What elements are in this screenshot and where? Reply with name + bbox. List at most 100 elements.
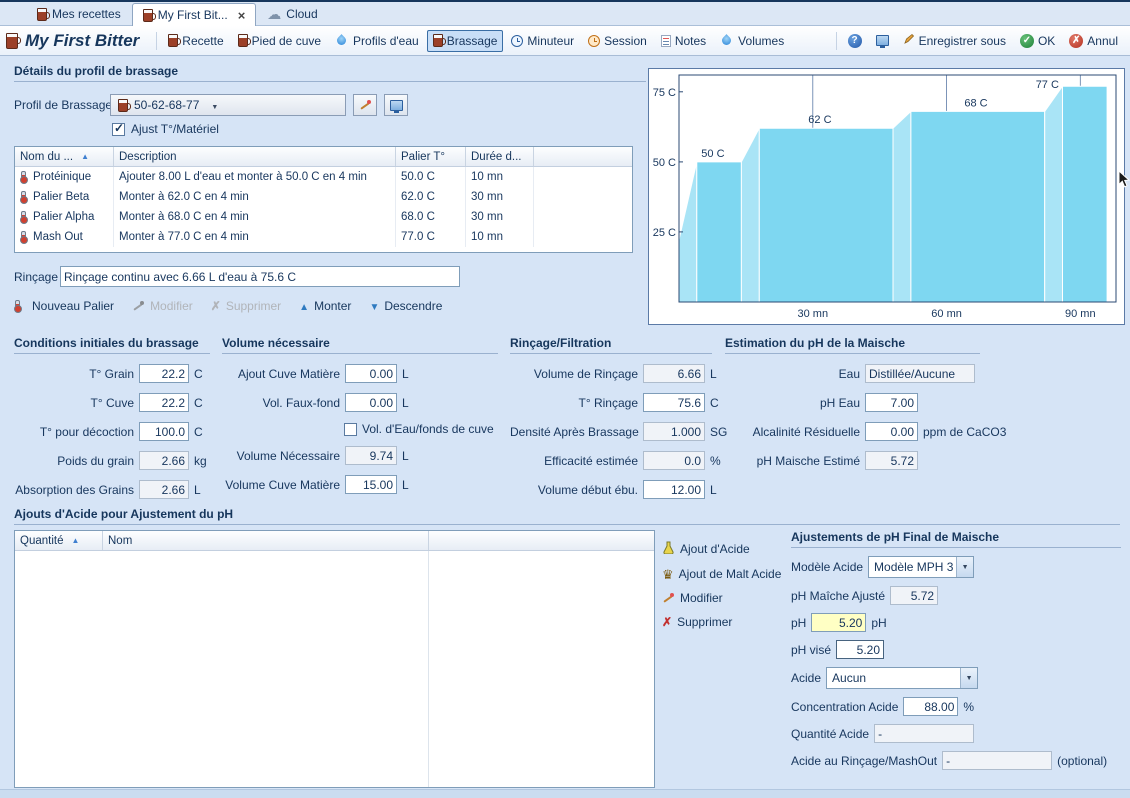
section-title: Estimation du pH de la Maische xyxy=(725,336,980,354)
alcalinite-residuelle-input[interactable] xyxy=(865,422,918,441)
column-header-duree[interactable]: Durée d... xyxy=(466,147,534,166)
delete-step-button[interactable]: ✗Supprimer xyxy=(211,299,281,313)
section-title: Volume nécessaire xyxy=(222,336,498,354)
toolbar-button-recette[interactable]: Recette xyxy=(162,30,229,52)
toolbar-button-pied-de-cuve[interactable]: Pied de cuve xyxy=(232,30,327,52)
section-title: Rinçage/Filtration xyxy=(510,336,712,354)
volume-necessaire-value xyxy=(345,446,397,465)
add-acid-button[interactable]: Ajout d'Acide xyxy=(662,541,781,557)
tab-close-icon[interactable]: × xyxy=(238,9,246,22)
delete-acid-button[interactable]: ✗Supprimer xyxy=(662,615,781,629)
thermometer-icon xyxy=(21,231,26,242)
help-icon xyxy=(848,34,862,48)
tab-my-first-bitter[interactable]: My First Bit... × xyxy=(132,3,257,26)
cancel-button[interactable]: Annul xyxy=(1063,30,1124,52)
malt-crown-icon: ♛ xyxy=(662,568,674,581)
table-row[interactable]: Protéinique Ajouter 8.00 L d'eau et mont… xyxy=(15,167,632,187)
toolbar-button-volumes[interactable]: Volumes xyxy=(714,30,790,52)
densite-apres-brassage-value xyxy=(643,422,705,441)
svg-text:50 C: 50 C xyxy=(653,157,676,169)
column-header-nom[interactable]: Nom du ... xyxy=(15,147,114,166)
grain-absorption-value xyxy=(139,480,189,499)
table-row[interactable]: Mash Out Monter à 77.0 C en 4 min 77.0 C… xyxy=(15,227,632,247)
quantite-acide-value xyxy=(874,724,974,743)
ph-input[interactable] xyxy=(811,613,866,632)
grain-weight-value xyxy=(139,451,189,470)
sparge-row: Rinçage xyxy=(14,266,460,287)
add-acid-malt-button[interactable]: ♛Ajout de Malt Acide xyxy=(662,567,781,581)
svg-text:50 C: 50 C xyxy=(701,148,724,160)
profile-save-button[interactable] xyxy=(384,94,408,116)
column-header-palier[interactable]: Palier T° xyxy=(396,147,466,166)
tab-mes-recettes[interactable]: Mes recettes xyxy=(26,2,132,25)
decoction-temp-input[interactable] xyxy=(139,422,189,441)
magic-wand-icon xyxy=(662,592,675,605)
ph-maische-estime-value xyxy=(865,451,918,470)
new-step-button[interactable]: Nouveau Palier xyxy=(14,299,114,313)
profile-edit-button[interactable] xyxy=(353,94,377,116)
monitor-icon xyxy=(390,100,403,111)
move-up-button[interactable]: Monter xyxy=(299,299,351,313)
column-header-quantite[interactable]: Quantité xyxy=(15,531,103,550)
dead-space-water-checkbox[interactable] xyxy=(344,423,357,436)
beer-mug-icon xyxy=(37,8,47,21)
t-rincage-input[interactable] xyxy=(643,393,705,412)
brew-profile-dropdown[interactable]: 50-62-68-77 xyxy=(110,94,346,116)
volume-debut-ebu-input[interactable] xyxy=(643,480,705,499)
cancel-x-icon xyxy=(1069,34,1083,48)
t-cuve-input[interactable] xyxy=(139,393,189,412)
mash-profile-chart: 25 C50 C75 C30 mn60 mn90 mn50 C62 C68 C7… xyxy=(648,68,1125,325)
field-label: Profil de Brassage xyxy=(14,98,110,112)
adjust-equipment-row: Ajust T°/Matériel xyxy=(112,122,219,136)
ph-vise-input[interactable] xyxy=(836,640,884,659)
concentration-acide-input[interactable] xyxy=(903,697,958,716)
volume-panel: Volume nécessaire Ajout Cuve MatièreL Vo… xyxy=(222,336,507,494)
column-header-filler xyxy=(534,147,632,166)
adjust-temp-equipment-checkbox[interactable] xyxy=(112,123,125,136)
column-header-description[interactable]: Description xyxy=(114,147,396,166)
column-header-filler xyxy=(429,531,654,550)
session-clock-icon xyxy=(588,35,600,47)
section-title-brew-profile: Détails du profil de brassage xyxy=(14,64,646,82)
display-button[interactable] xyxy=(870,31,895,50)
ph-estimation-panel: Estimation du pH de la Maische Eau pH Ea… xyxy=(725,336,1035,470)
eau-value xyxy=(865,364,975,383)
column-header-nom[interactable]: Nom xyxy=(103,531,429,550)
empty-table-body[interactable] xyxy=(15,551,654,787)
vol-faux-fond-input[interactable] xyxy=(345,393,397,412)
section-title: Ajustements de pH Final de Maische xyxy=(791,530,1121,548)
brew-profile-row: Profil de Brassage 50-62-68-77 xyxy=(14,94,408,116)
pencil-icon xyxy=(903,33,915,48)
section-title: Conditions initiales du brassage xyxy=(14,336,210,354)
tab-cloud[interactable]: ☁ Cloud xyxy=(256,2,328,25)
t-grain-input[interactable] xyxy=(139,364,189,383)
acid-buttons: Ajout d'Acide ♛Ajout de Malt Acide Modif… xyxy=(662,541,781,629)
ajout-cuve-matiere-input[interactable] xyxy=(345,364,397,383)
ph-eau-input[interactable] xyxy=(865,393,918,412)
edit-acid-button[interactable]: Modifier xyxy=(662,591,781,605)
save-as-button[interactable]: Enregistrer sous xyxy=(897,29,1012,52)
move-down-button[interactable]: Descendre xyxy=(369,299,442,313)
toolbar-button-minuteur[interactable]: Minuteur xyxy=(505,30,580,52)
table-row[interactable]: Palier Beta Monter à 62.0 C en 4 min 62.… xyxy=(15,187,632,207)
toolbar-button-session[interactable]: Session xyxy=(582,30,653,52)
toolbar-button-notes[interactable]: Notes xyxy=(655,30,712,52)
acid-model-dropdown[interactable]: Modèle MPH 3 xyxy=(868,556,974,578)
acid-type-dropdown[interactable]: Aucun xyxy=(826,667,978,689)
sparge-description-input[interactable] xyxy=(60,266,460,287)
table-row[interactable]: Palier Alpha Monter à 68.0 C en 4 min 68… xyxy=(15,207,632,227)
notes-icon xyxy=(661,35,671,47)
magic-wand-icon xyxy=(132,300,145,313)
water-drop-icon xyxy=(335,34,348,47)
starter-icon xyxy=(238,34,248,47)
thermometer-icon xyxy=(21,171,26,182)
toolbar-button-profils-eau[interactable]: Profils d'eau xyxy=(329,30,425,52)
volume-cuve-matiere-input[interactable] xyxy=(345,475,397,494)
edit-step-button[interactable]: Modifier xyxy=(132,299,193,313)
toolbar-button-brassage[interactable]: Brassage xyxy=(427,30,504,52)
ok-button[interactable]: OK xyxy=(1014,30,1061,52)
help-button[interactable] xyxy=(842,30,868,52)
beer-mug-icon xyxy=(143,9,153,22)
separator xyxy=(836,32,837,50)
svg-text:25 C: 25 C xyxy=(653,227,676,239)
